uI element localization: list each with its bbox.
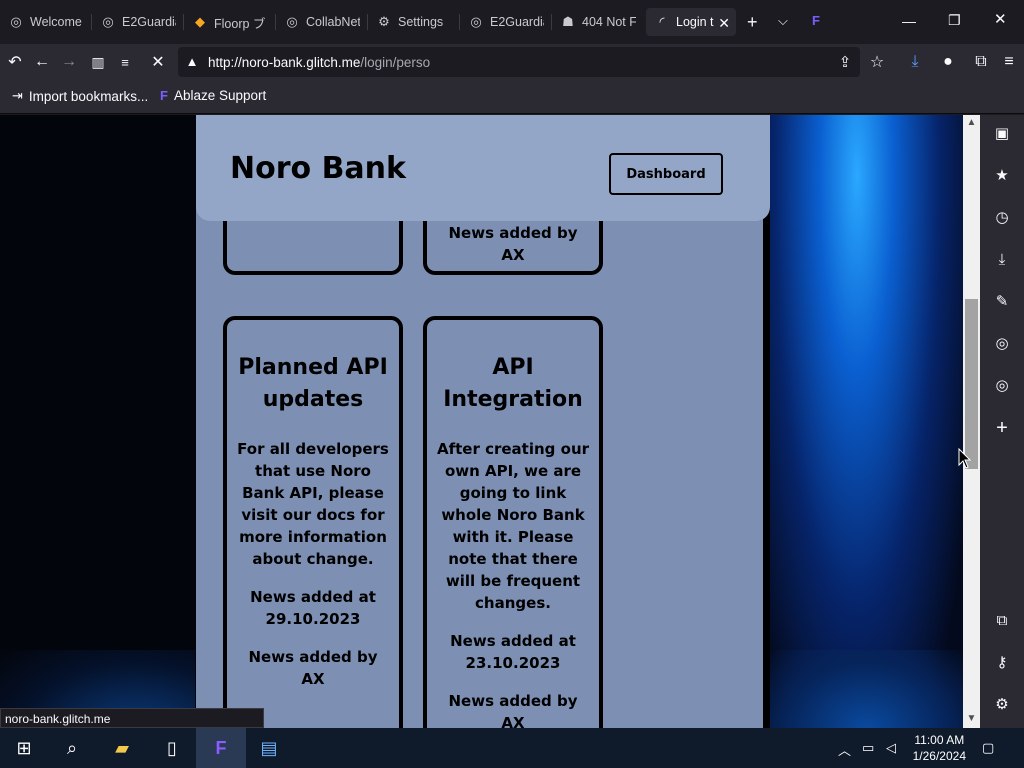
github-icon: ☗: [562, 14, 574, 29]
web-panel-globe-icon[interactable]: ◎: [992, 376, 1012, 396]
history-clock-icon[interactable]: ◷: [992, 208, 1012, 228]
loading-icon: ◜: [659, 14, 665, 29]
web-content: News added by AX Noro Bank Dashboard Pla…: [0, 115, 963, 728]
page-scrollbar[interactable]: ▲ ▼: [963, 115, 980, 728]
clock-date: 1/26/2024: [912, 749, 966, 763]
news-description: After creating our own API, we are going…: [437, 440, 590, 612]
notes-pencil-icon[interactable]: ✎: [992, 292, 1012, 312]
tab-welcome[interactable]: ◎ Welcome: [8, 8, 84, 36]
news-description: For all developers that use Noro Bank AP…: [237, 440, 389, 568]
globe-icon: ◎: [286, 14, 298, 29]
floorp-icon: ◆: [195, 14, 205, 29]
bookmark-star-icon[interactable]: ☆: [866, 51, 888, 73]
news-card: API Integration After creating our own A…: [423, 316, 603, 728]
restore-button[interactable]: ❐: [948, 11, 961, 29]
browser-sidebar: ▣ ★ ◷ ⤓ ✎ ◎ ◎ + ⧉ ⚷ ⚙: [980, 115, 1024, 728]
ablaze-icon: F: [160, 88, 168, 103]
key-icon[interactable]: ⚷: [992, 653, 1012, 673]
downloads-icon[interactable]: ⤓: [904, 51, 926, 73]
news-author: News added by AX: [448, 692, 578, 728]
dashboard-button[interactable]: Dashboard: [609, 153, 723, 195]
close-window-button[interactable]: ✕: [994, 11, 1007, 29]
notifications-icon[interactable]: ▢: [982, 740, 994, 756]
tab-floorp[interactable]: ◆ Floorp ブ: [192, 8, 268, 36]
downloads-sidebar-icon[interactable]: ⤓: [992, 250, 1012, 270]
undo-close-icon[interactable]: ↶: [4, 51, 26, 73]
control-panel-icon[interactable]: ▤: [257, 736, 281, 760]
web-panel-globe-icon[interactable]: ◎: [992, 334, 1012, 354]
clock-time: 11:00 AM: [914, 733, 965, 747]
back-button[interactable]: ←: [31, 51, 53, 73]
tab-settings[interactable]: ⚙ Settings: [376, 8, 452, 36]
globe-icon: ◎: [10, 14, 22, 29]
tab-login[interactable]: ◜ Login t ✕: [646, 8, 736, 36]
menu-icon[interactable]: ≡: [998, 51, 1020, 73]
news-title: API Integration: [443, 355, 583, 412]
address-bar[interactable]: ▲ http://noro-bank.glitch.me/login/perso: [178, 47, 860, 77]
add-panel-icon[interactable]: +: [992, 418, 1012, 438]
news-date: News added at 23.10.2023: [450, 632, 576, 672]
network-icon[interactable]: ▭: [862, 740, 874, 756]
system-clock[interactable]: 11:00 AM 1/26/2024: [913, 732, 966, 764]
news-card: Planned API updates For all developers t…: [223, 316, 403, 728]
sidebar-toggle-icon[interactable]: ▥: [87, 51, 109, 73]
scroll-down-arrow-icon[interactable]: ▼: [965, 713, 978, 724]
mouse-cursor-icon: [958, 448, 972, 469]
account-icon[interactable]: ●: [937, 51, 959, 73]
forward-button[interactable]: →: [58, 51, 80, 73]
tab-manager-icon[interactable]: ≡: [114, 51, 136, 73]
gear-icon: ⚙: [378, 14, 390, 29]
windows-start-icon[interactable]: ⊞: [12, 736, 36, 760]
tab-list-chevron-icon[interactable]: ⌵: [778, 12, 788, 30]
windows-taskbar: ⊞ ⌕ ▰ ▯ F ▤ ︿ ▭ ◁ 11:00 AM 1/26/2024 ▢: [0, 728, 1024, 768]
news-date: News added at 29.10.2023: [250, 588, 376, 628]
scroll-up-arrow-icon[interactable]: ▲: [965, 117, 978, 128]
minimize-button[interactable]: —: [902, 12, 916, 30]
notepad-icon[interactable]: ▯: [160, 736, 184, 760]
news-title: Planned API updates: [238, 355, 388, 412]
share-icon[interactable]: ⇪: [834, 51, 856, 73]
file-explorer-icon[interactable]: ▰: [110, 736, 134, 760]
close-tab-icon[interactable]: ✕: [718, 15, 730, 32]
globe-icon: ◎: [470, 14, 482, 29]
url-path: /login/perso: [360, 55, 431, 70]
tab-strip: ◎ Welcome ◎ E2Guardia ◆ Floorp ブ ◎ CollabNet…: [0, 0, 1024, 44]
bookmarks-star-icon[interactable]: ★: [992, 166, 1012, 186]
news-author: News added by AX: [448, 224, 578, 264]
bookmark-ablaze-support[interactable]: F Ablaze Support: [160, 88, 266, 103]
insecure-warning-icon[interactable]: ▲: [184, 54, 200, 70]
navigation-toolbar: ↶ ← → ▥ ≡ ✕ ▲ http://noro-bank.glitch.me…: [0, 44, 1024, 80]
ablaze-icon[interactable]: F: [812, 12, 820, 30]
volume-muted-icon[interactable]: ◁: [886, 740, 896, 756]
extensions-icon[interactable]: ⧉: [970, 51, 992, 73]
search-icon[interactable]: ⌕: [60, 736, 84, 760]
floorp-taskbar-icon[interactable]: F: [209, 736, 233, 760]
link-status-bar: noro-bank.glitch.me: [0, 708, 264, 728]
tab-collabnet[interactable]: ◎ CollabNet: [284, 8, 360, 36]
settings-gear-icon[interactable]: ⚙: [992, 695, 1012, 715]
briefcase-icon[interactable]: ▣: [992, 124, 1012, 144]
tab-e2guardian-2[interactable]: ◎ E2Guardia: [468, 8, 544, 36]
site-header: Noro Bank Dashboard: [196, 115, 770, 221]
scrollbar-thumb[interactable]: [965, 299, 978, 469]
news-author: News added by AX: [248, 648, 378, 688]
site-brand: Noro Bank: [230, 151, 406, 186]
globe-icon: ◎: [102, 14, 114, 29]
new-tab-button[interactable]: +: [747, 13, 758, 31]
tray-chevron-icon[interactable]: ︿: [838, 740, 851, 759]
import-icon: ⇥: [12, 88, 23, 103]
tab-404[interactable]: ☗ 404 Not F: [560, 8, 636, 36]
url-host: http://noro-bank.glitch.me: [208, 55, 361, 70]
bookmark-import[interactable]: ⇥ Import bookmarks...: [12, 88, 148, 104]
extensions-sidebar-icon[interactable]: ⧉: [992, 611, 1012, 631]
tab-e2guardian-1[interactable]: ◎ E2Guardia: [100, 8, 176, 36]
stop-button[interactable]: ✕: [147, 51, 169, 73]
bookmarks-toolbar: ⇥ Import bookmarks... F Ablaze Support: [0, 80, 1024, 114]
